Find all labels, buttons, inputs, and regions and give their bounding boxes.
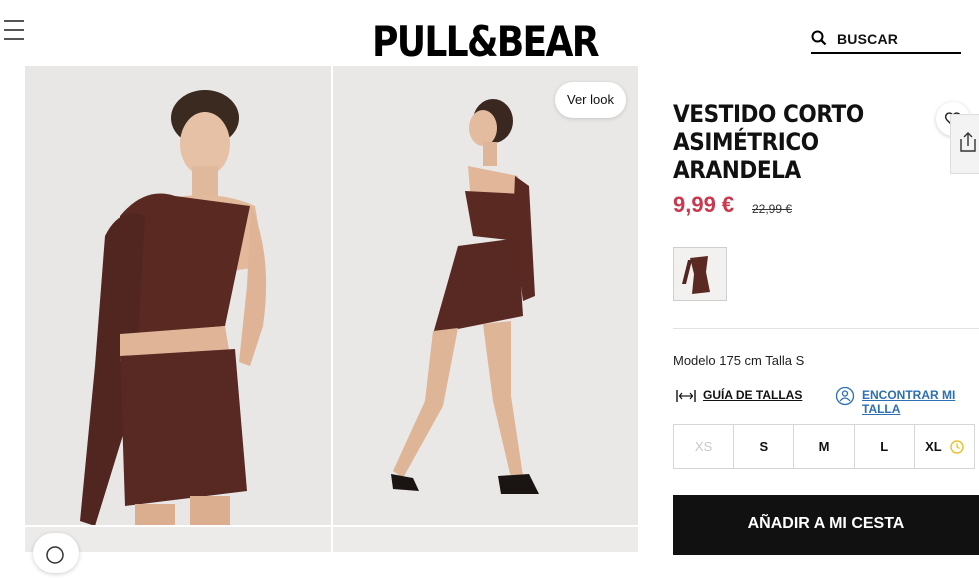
size-guide-link[interactable]: GUÍA DE TALLAS xyxy=(703,388,802,402)
divider xyxy=(673,328,979,329)
title-line-1: VESTIDO CORTO xyxy=(673,100,864,128)
size-option-xl[interactable]: XL xyxy=(915,425,974,468)
search-icon xyxy=(811,30,827,46)
product-title: VESTIDO CORTO ASIMÉTRICO ARANDELA xyxy=(673,100,880,184)
zoom-button[interactable] xyxy=(33,533,79,573)
title-line-2: ASIMÉTRICO xyxy=(673,128,819,156)
search-input[interactable]: BUSCAR xyxy=(811,28,961,54)
size-selector: XS S M L XL xyxy=(673,424,975,469)
find-my-size-link[interactable]: ENCONTRAR MI TALLA xyxy=(862,388,979,416)
original-price: 22,99 € xyxy=(752,202,793,216)
share-icon xyxy=(960,132,976,152)
search-label: BUSCAR xyxy=(837,31,899,47)
brand-logo[interactable]: PULL&BEAR xyxy=(372,18,600,66)
ruler-icon xyxy=(676,388,700,404)
find-size-icon xyxy=(835,386,855,406)
product-photo-4[interactable] xyxy=(333,527,638,552)
clock-icon xyxy=(950,439,964,454)
current-price: 9,99 € xyxy=(673,192,735,217)
color-swatch[interactable] xyxy=(673,247,727,301)
size-xl-label: XL xyxy=(925,439,942,454)
add-to-cart-button[interactable]: AÑADIR A MI CESTA xyxy=(673,495,979,555)
model-info: Modelo 175 cm Talla S xyxy=(673,353,805,368)
ver-look-button[interactable]: Ver look xyxy=(555,82,626,118)
product-photo-front[interactable] xyxy=(25,66,331,525)
share-button[interactable] xyxy=(950,114,979,174)
size-option-xs[interactable]: XS xyxy=(674,425,735,468)
size-option-l[interactable]: L xyxy=(855,425,915,468)
size-option-m[interactable]: M xyxy=(794,425,855,468)
menu-icon[interactable] xyxy=(4,20,24,42)
product-photo-side[interactable] xyxy=(333,66,638,525)
size-option-s[interactable]: S xyxy=(734,425,795,468)
title-line-3: ARANDELA xyxy=(673,156,801,184)
zoom-icon xyxy=(46,546,64,564)
